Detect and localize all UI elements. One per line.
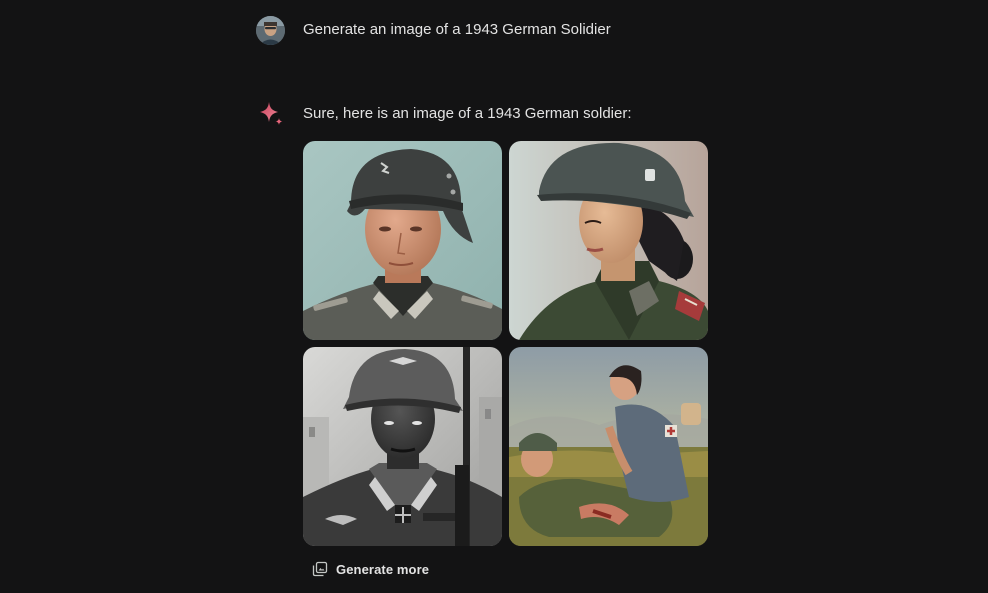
generated-image-4[interactable] <box>509 347 708 546</box>
generated-image-3[interactable] <box>303 347 502 546</box>
gemini-sparkle-icon <box>257 100 285 128</box>
generate-more-button[interactable]: Generate more <box>308 556 433 582</box>
generate-more-label: Generate more <box>336 561 430 577</box>
user-prompt: Generate an image of a 1943 German Solid… <box>303 21 611 38</box>
generated-image-2[interactable] <box>509 141 708 340</box>
image-stack-icon <box>312 561 328 577</box>
model-response: Sure, here is an image of a 1943 German … <box>303 105 632 122</box>
user-avatar[interactable] <box>256 16 285 45</box>
generated-image-1[interactable] <box>303 141 502 340</box>
user-avatar-image <box>256 16 285 45</box>
